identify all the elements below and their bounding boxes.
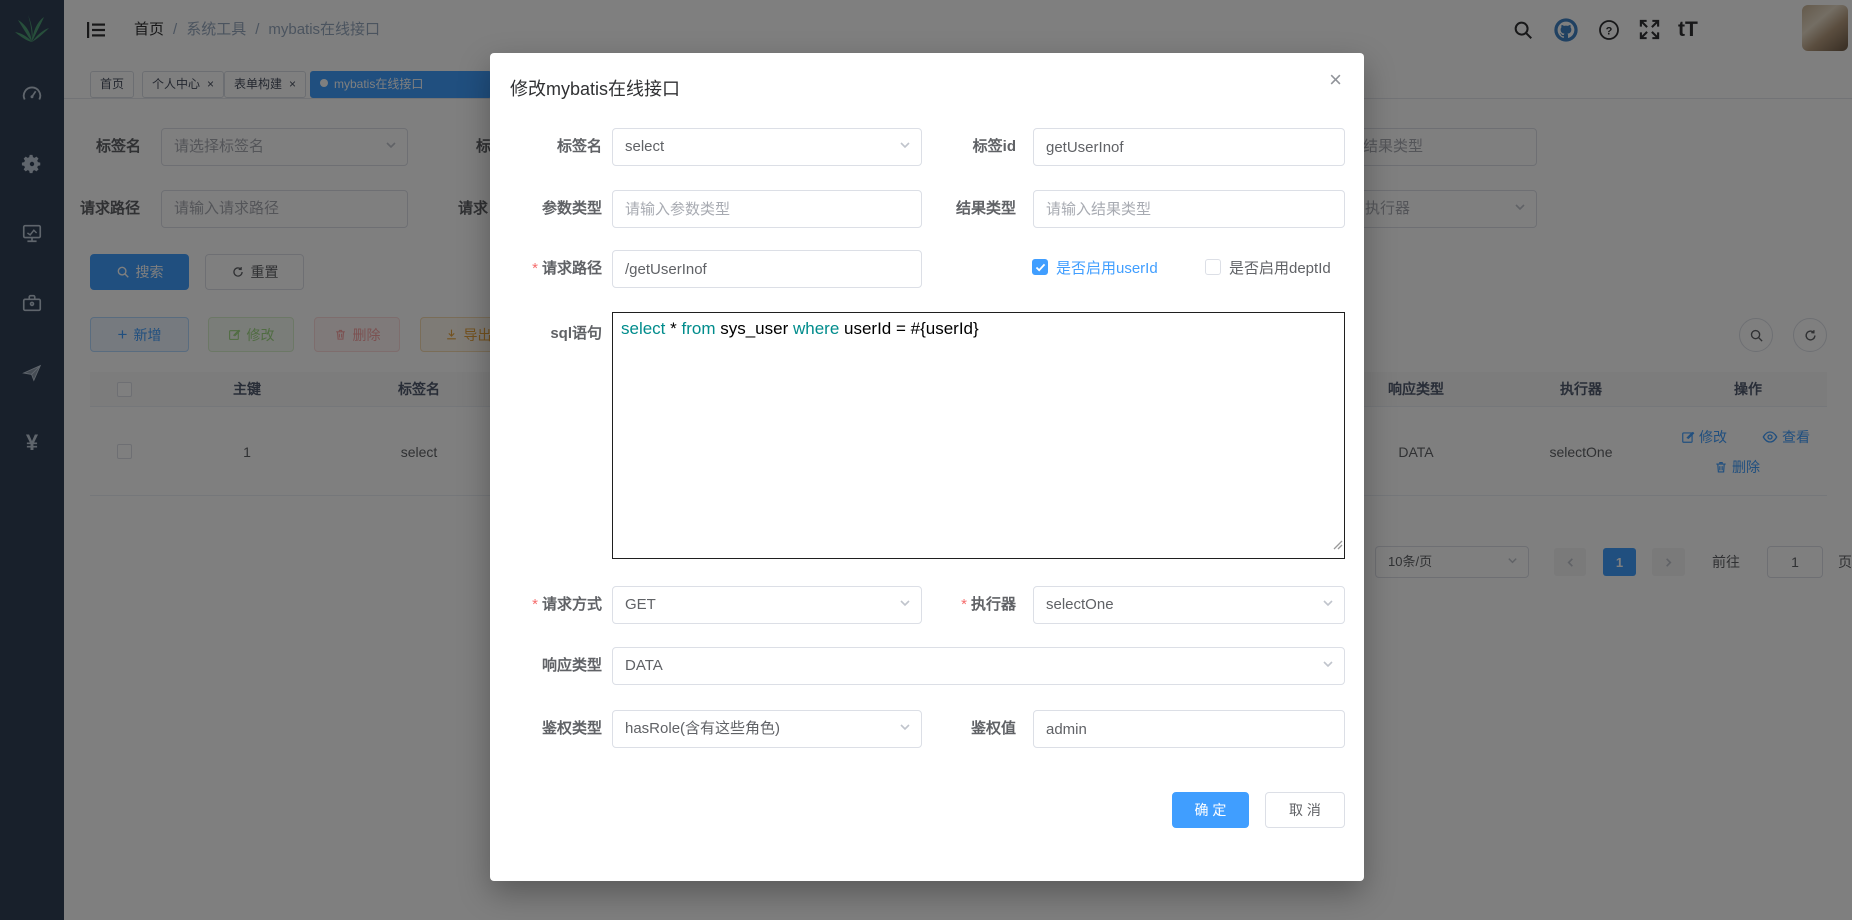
auth-value-label: 鉴权值 [820, 710, 1016, 748]
required-asterisk: * [961, 596, 967, 613]
tag-id-input[interactable] [1033, 128, 1345, 166]
req-method-value: GET [625, 596, 656, 613]
enable-deptid-label[interactable]: 是否启用deptId [1229, 250, 1331, 288]
tag-name-value: select [625, 138, 664, 155]
tag-id-label: 标签id [820, 128, 1016, 166]
req-path-input[interactable] [612, 250, 922, 288]
resp-type-value: DATA [625, 657, 663, 674]
sql-token: * [665, 319, 681, 338]
resp-type-label: 响应类型 [490, 647, 602, 685]
sql-token: userId = #{userId} [839, 319, 978, 338]
tag-name-label: 标签名 [490, 128, 602, 166]
auth-type-label: 鉴权类型 [490, 710, 602, 748]
edit-mybatis-api-dialog: 修改mybatis在线接口 × 标签名 select 标签id 参数类型 结果类… [490, 53, 1364, 881]
confirm-button[interactable]: 确 定 [1172, 792, 1249, 828]
resize-grip[interactable] [1331, 534, 1343, 557]
enable-userid-label[interactable]: 是否启用userId [1056, 250, 1158, 288]
required-asterisk: * [532, 260, 538, 277]
sql-label: sql语句 [490, 315, 602, 353]
auth-value-input[interactable] [1033, 710, 1345, 748]
chevron-down-icon [1322, 648, 1334, 684]
confirm-button-label: 确 定 [1195, 800, 1227, 820]
executor-select[interactable]: selectOne [1033, 586, 1345, 624]
sql-token: where [793, 319, 839, 338]
param-type-label: 参数类型 [490, 190, 602, 228]
cancel-button-label: 取 消 [1289, 800, 1321, 820]
executor-value: selectOne [1046, 596, 1114, 613]
req-method-label: *请求方式 [490, 586, 602, 624]
dialog-title: 修改mybatis在线接口 [510, 75, 680, 101]
result-type-input[interactable] [1033, 190, 1345, 228]
enable-userid-checkbox[interactable] [1032, 259, 1048, 275]
req-path-label: *请求路径 [490, 250, 602, 288]
sql-token: from [681, 319, 715, 338]
result-type-label: 结果类型 [820, 190, 1016, 228]
close-icon: × [1329, 67, 1342, 92]
executor-label: *执行器 [820, 586, 1016, 624]
required-asterisk: * [532, 596, 538, 613]
check-icon [1035, 263, 1046, 272]
dialog-close-button[interactable]: × [1329, 69, 1342, 91]
auth-type-value: hasRole(含有这些角色) [625, 720, 780, 737]
chevron-down-icon [1322, 587, 1334, 623]
sql-token: sys_user [715, 319, 792, 338]
cancel-button[interactable]: 取 消 [1265, 792, 1345, 828]
resp-type-select[interactable]: DATA [612, 647, 1345, 685]
sql-token: select [621, 319, 665, 338]
sql-editor[interactable]: select * from sys_user where userId = #{… [612, 312, 1345, 559]
enable-deptid-checkbox[interactable] [1205, 259, 1221, 275]
app-window: ¥ 首页/系统工具/mybatis在线接口 ? [0, 0, 1852, 920]
